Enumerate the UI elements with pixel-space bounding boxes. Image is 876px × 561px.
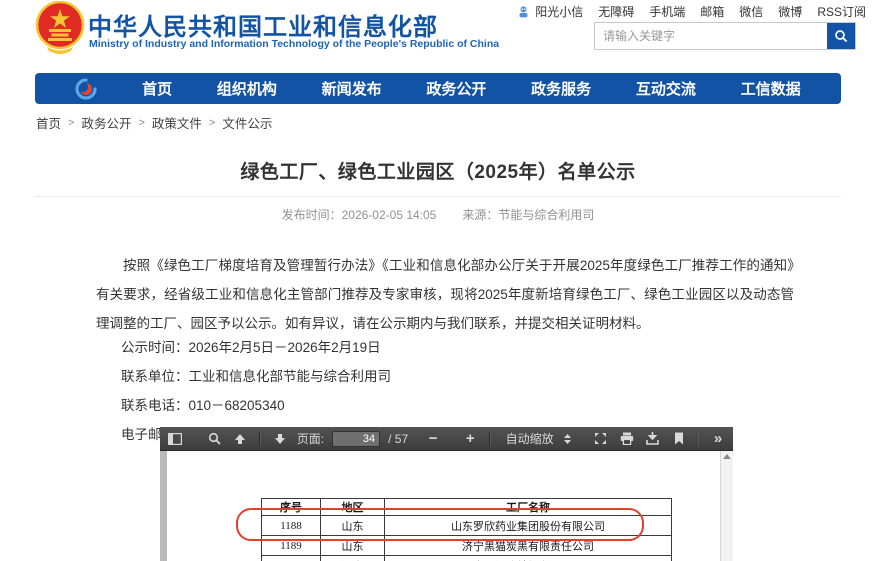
table-row: 1188 山东 山东罗欣药业集团股份有限公司 <box>261 515 672 536</box>
search-box <box>594 22 856 50</box>
nav-item-interaction[interactable]: 互动交流 <box>636 78 696 99</box>
breadcrumb-gov-info[interactable]: 政务公开 <box>81 113 131 132</box>
publish-time: 2026-02-05 14:05 <box>341 208 437 222</box>
search-icon <box>835 30 848 43</box>
cell-no: 1189 <box>261 535 321 556</box>
main-nav: 首页 组织机构 新闻发布 政务公开 政务服务 互动交流 工信数据 <box>35 73 841 104</box>
download-button[interactable] <box>644 430 662 448</box>
page-label: 页面: <box>296 432 325 446</box>
page-number-input[interactable] <box>332 430 381 447</box>
sidebar-toggle-button[interactable] <box>166 430 184 448</box>
pdf-toolbar: 页面: / 57 − + 自动缩放 <box>160 427 733 451</box>
top-link-mobile[interactable]: 手机端 <box>649 3 685 20</box>
cell-region: 河南 <box>320 555 385 561</box>
assistant-icon <box>519 5 528 17</box>
top-link-bar: 阳光小信 无障碍 手机端 邮箱 微信 微博 RSS订阅 <box>518 3 866 20</box>
toolbar-divider <box>259 431 261 446</box>
presentation-mode-button[interactable] <box>592 430 610 448</box>
article-meta: 发布时间：2026-02-05 14:05 来源：节能与综合利用司 <box>0 206 876 223</box>
more-tools-button[interactable]: » <box>709 430 727 448</box>
nav-item-home[interactable]: 首页 <box>142 78 172 99</box>
table-row: 1189 山东 济宁黑猫炭黑有限责任公司 <box>261 535 672 556</box>
cell-no: 1188 <box>261 515 321 536</box>
nav-item-gov-info[interactable]: 政务公开 <box>426 78 486 99</box>
cell-no: 1190 <box>261 555 321 561</box>
download-icon <box>646 432 659 445</box>
source-label: 来源： <box>462 208 499 222</box>
pdf-page: 序号 地区 工厂名称 1188 山东 山东罗欣药业集团股份有限公司 1189 山… <box>167 451 720 561</box>
info-line-period: 公示时间：2026年2月5日－2026年2月19日 <box>121 340 381 355</box>
scroll-up-icon <box>723 454 731 459</box>
breadcrumb-separator: > <box>138 116 145 129</box>
page-down-button[interactable] <box>271 430 289 448</box>
site-title: 中华人民共和国工业和信息化部 <box>88 14 438 41</box>
table-header-row: 序号 地区 工厂名称 <box>261 498 672 516</box>
zoom-mode-value: 自动缩放 <box>505 432 554 446</box>
top-link-sunshine[interactable]: 阳光小信 <box>535 3 583 20</box>
breadcrumb-announcements: 文件公示 <box>222 117 273 131</box>
toolbar-divider <box>697 431 700 446</box>
zoom-in-button[interactable]: + <box>461 430 479 448</box>
pdf-gutter <box>160 451 167 561</box>
arrow-up-icon <box>235 433 246 444</box>
page-count: / 57 <box>388 431 409 446</box>
dropdown-arrows-icon <box>563 433 571 444</box>
breadcrumb-separator: > <box>208 116 216 129</box>
pdf-body: 序号 地区 工厂名称 1188 山东 山东罗欣药业集团股份有限公司 1189 山… <box>160 451 733 561</box>
col-header-name: 工厂名称 <box>384 498 672 516</box>
search-input[interactable] <box>595 23 827 49</box>
pdf-scrollbar[interactable] <box>720 451 733 561</box>
arrow-down-icon <box>274 433 285 444</box>
col-header-region: 地区 <box>320 498 385 516</box>
table-row: 1190 河南 南阳汉冶特钢有限公司 <box>261 555 672 561</box>
national-emblem-icon <box>35 1 85 54</box>
bookmark-button[interactable] <box>670 430 688 448</box>
info-line-phone: 联系电话：010－68205340 <box>121 398 285 413</box>
nav-item-news[interactable]: 新闻发布 <box>322 78 382 99</box>
nav-item-data[interactable]: 工信数据 <box>741 78 801 99</box>
nav-item-organization[interactable]: 组织机构 <box>217 78 277 99</box>
top-link-weibo[interactable]: 微博 <box>778 3 802 20</box>
bookmark-icon <box>674 432 683 445</box>
factory-table: 序号 地区 工厂名称 1188 山东 山东罗欣药业集团股份有限公司 1189 山… <box>261 498 672 561</box>
publish-time-label: 发布时间： <box>281 208 342 222</box>
top-link-rss[interactable]: RSS订阅 <box>817 3 866 20</box>
search-button[interactable] <box>827 23 855 49</box>
breadcrumb-separator: > <box>68 116 75 129</box>
site-subtitle: Ministry of Industry and Information Tec… <box>89 38 500 50</box>
cell-region: 山东 <box>320 535 385 556</box>
top-link-mail[interactable]: 邮箱 <box>700 3 724 20</box>
col-header-no: 序号 <box>261 498 321 516</box>
top-link-accessibility[interactable]: 无障碍 <box>598 3 634 20</box>
cell-region: 山东 <box>320 515 385 536</box>
pdf-viewer: 页面: / 57 − + 自动缩放 <box>160 427 733 561</box>
print-button[interactable] <box>618 430 636 448</box>
top-link-wechat[interactable]: 微信 <box>739 3 763 20</box>
nav-item-services[interactable]: 政务服务 <box>531 78 591 99</box>
zoom-mode-select[interactable]: 自动缩放 <box>501 428 576 449</box>
fullscreen-icon <box>595 433 607 444</box>
page-up-button[interactable] <box>231 430 249 448</box>
printer-icon <box>620 432 633 445</box>
zoom-out-button[interactable]: − <box>424 430 442 448</box>
article-paragraph: 按照《绿色工厂梯度培育及管理暂行办法》《工业和信息化部办公厅关于开展2025年度… <box>96 258 794 331</box>
toolbar-divider <box>489 431 491 446</box>
title-divider <box>35 196 841 197</box>
search-icon <box>208 432 221 445</box>
breadcrumb-home[interactable]: 首页 <box>36 113 61 132</box>
source: 节能与综合利用司 <box>498 208 595 222</box>
find-button[interactable] <box>205 430 223 448</box>
info-line-unit: 联系单位：工业和信息化部节能与综合利用司 <box>121 369 391 384</box>
cell-name: 济宁黑猫炭黑有限责任公司 <box>384 535 672 556</box>
article-title: 绿色工厂、绿色工业园区（2025年）名单公示 <box>240 162 636 183</box>
miit-logo-icon[interactable] <box>75 77 97 100</box>
cell-name: 山东罗欣药业集团股份有限公司 <box>384 515 672 536</box>
breadcrumb-policy-docs[interactable]: 政策文件 <box>152 113 202 132</box>
breadcrumb: 首页 > 政务公开 > 政策文件 > 文件公示 <box>36 113 272 132</box>
cell-name: 南阳汉冶特钢有限公司 <box>384 555 672 561</box>
